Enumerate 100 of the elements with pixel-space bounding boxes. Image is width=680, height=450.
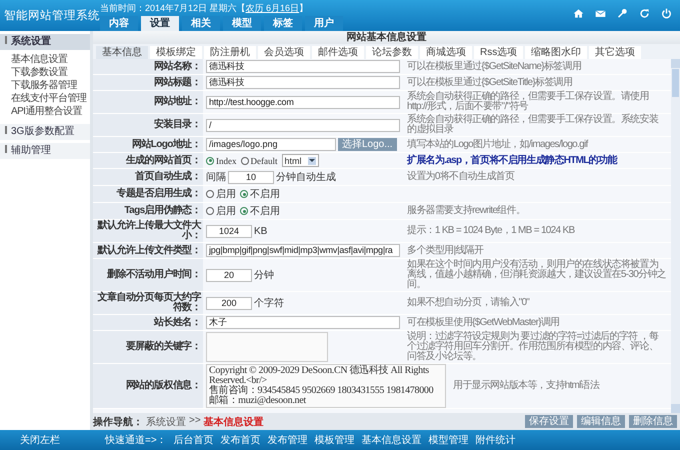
- hint-text: 服务器需要支持rewrite组件。: [407, 206, 526, 216]
- sidebar-item[interactable]: 基本信息设置: [11, 53, 90, 66]
- settings-tab[interactable]: 基本信息: [96, 46, 148, 59]
- breadcrumb-item[interactable]: 系统设置: [146, 414, 186, 428]
- input-field[interactable]: http://test.hoogge.com: [206, 96, 400, 108]
- field-label: 网站名称：: [93, 59, 203, 74]
- dropdown[interactable]: html: [282, 154, 319, 167]
- quick-link[interactable]: 发布首页: [220, 433, 261, 447]
- hint-text: 系统会自动获得正确的路径，但需要手工保存设置。系统安装的虚拟目录: [407, 115, 660, 135]
- unit-text: 分钟: [254, 268, 274, 282]
- settings-tab[interactable]: 模板绑定: [150, 46, 202, 59]
- field-label: 生成的网站首页：: [93, 153, 203, 168]
- quick-link[interactable]: 发布管理: [268, 433, 308, 447]
- hint-text: 说明：过滤字符设定规则为 要过滤的字符=过滤后的字符 ，每个过滤字符用回车分割开。作用范围所有模型的内容、评论、问答及小论坛等。: [407, 332, 660, 362]
- radio-label: Default: [250, 156, 278, 166]
- settings-tab[interactable]: 邮件选项: [312, 46, 364, 59]
- dropdown-value: html: [284, 156, 302, 166]
- main-tab[interactable]: 相关: [182, 16, 220, 31]
- close-sidebar-link[interactable]: 关闭左栏: [0, 433, 95, 447]
- hint-text: 如果在这个时间内用户没有活动，则用户的在线状态将被置为离线，值越小越精确，但消耗资源越大，建议设置在5-30分钟之间。: [407, 260, 667, 290]
- field-label: 专题是否启用生成：: [93, 186, 203, 202]
- radio-button[interactable]: [240, 190, 248, 198]
- radio-label: 不启用: [250, 188, 280, 201]
- input-field[interactable]: 10: [228, 170, 274, 184]
- radio-button[interactable]: [206, 156, 214, 164]
- hint-text: 可以在模板里通过{$GetSiteTitle}标签调用: [407, 78, 572, 88]
- panel-title: 网站基本信息设置: [93, 31, 680, 44]
- sidebar-group-header[interactable]: 3G版参数配置: [0, 124, 90, 140]
- settings-tab[interactable]: Rss选项: [474, 46, 524, 59]
- quick-link[interactable]: 模板管理: [314, 433, 355, 447]
- hint-text: 用于显示网站版本等，支持html语法: [453, 381, 600, 391]
- input-field[interactable]: 德迅科技: [206, 60, 400, 73]
- input-field[interactable]: 200: [206, 296, 252, 310]
- input-field[interactable]: jpg|bmp|gif|png|swf|mid|mp3|wmv|asf|avi|mpg|ra: [206, 244, 400, 257]
- field-label: 网站Logo地址：: [93, 137, 203, 152]
- hint-text: 提示：1 KB = 1024 Byte，1 MB = 1024 KB: [407, 226, 574, 236]
- text-area[interactable]: Copyright © 2009-2029 DeSoon.CN 德迅科技 All Rights Reserved.<br/> 售前咨询：934545845 9502669 1803431555 1981478000 邮箱：muzi@desoon.net: [206, 364, 446, 408]
- settings-tab[interactable]: 论坛参数: [366, 46, 418, 59]
- hint-text: 多个类型用|线隔开: [407, 246, 484, 256]
- main-tab[interactable]: 模型: [223, 16, 261, 31]
- unit-text: 个字符: [254, 296, 284, 310]
- date-bracket: 】: [299, 3, 308, 13]
- breadcrumb-item[interactable]: 基本信息设置: [204, 414, 264, 428]
- input-field[interactable]: /: [206, 118, 400, 132]
- field-label: 文章自动分页每页大约字符数：: [93, 292, 203, 314]
- field-label: 网站的版权信息：: [93, 364, 203, 408]
- breadcrumb-label: 操作导航：: [93, 415, 143, 428]
- power-icon[interactable]: [661, 8, 672, 19]
- hint-text: 系统会自动获得正确的路径，但需要手工保存设置。请使用http://形式，后面不要带"/"符号: [407, 92, 650, 112]
- sidebar-item[interactable]: API通用整合设置: [11, 105, 90, 118]
- settings-tab[interactable]: 缩略图水印: [525, 46, 588, 59]
- radio-button[interactable]: [206, 190, 214, 198]
- input-field[interactable]: /images/logo.png: [206, 138, 336, 151]
- main-tab[interactable]: 用户: [305, 16, 343, 31]
- radio-button[interactable]: [206, 207, 214, 215]
- field-label: 删除不活动用户时间：: [93, 259, 203, 291]
- input-field[interactable]: 德迅科技: [206, 76, 400, 89]
- quick-links-label: 快速通道=>：: [105, 434, 167, 447]
- settings-tab[interactable]: 防注册机: [204, 46, 256, 59]
- field-label: 默认允许上传文件类型：: [93, 243, 203, 258]
- input-field[interactable]: 1024: [206, 224, 252, 238]
- scroll-thumb[interactable]: [672, 69, 679, 97]
- radio-label: 启用: [216, 204, 236, 218]
- field-label: 网站地址：: [93, 91, 203, 113]
- main-tab[interactable]: 设置: [141, 16, 179, 31]
- radio-button[interactable]: [240, 156, 248, 164]
- quick-link[interactable]: 附件统计: [476, 433, 516, 447]
- main-tab[interactable]: 内容: [100, 16, 138, 31]
- settings-tab[interactable]: 会员选项: [258, 46, 310, 59]
- settings-tab[interactable]: 商城选项: [420, 46, 472, 59]
- field-label: Tags启用伪静态：: [93, 203, 203, 219]
- field-label: 要屏蔽的关键字：: [93, 331, 203, 363]
- quick-link[interactable]: 模型管理: [428, 433, 469, 447]
- sidebar-item[interactable]: 在线支付平台管理: [11, 92, 90, 105]
- radio-button[interactable]: [240, 207, 248, 215]
- mail-icon[interactable]: [595, 8, 606, 19]
- radio-label: 不启用: [250, 204, 280, 218]
- quick-link[interactable]: 基本信息设置: [362, 433, 422, 447]
- unit-text: 分钟自动生成: [276, 170, 336, 184]
- radio-label: Index: [216, 156, 236, 166]
- main-tab[interactable]: 标签: [264, 16, 302, 31]
- refresh-icon[interactable]: [639, 8, 650, 19]
- date-text: 当前时间：2014年7月12日 星期六【: [100, 3, 246, 13]
- input-field[interactable]: 20: [206, 268, 252, 282]
- field-label: 站长姓名：: [93, 315, 203, 330]
- sidebar-group-header[interactable]: 辅助管理: [0, 143, 90, 159]
- unit-text: KB: [254, 226, 268, 236]
- hint-text: 扩展名为.asp，首页将不启用生成静态HTML的功能: [407, 156, 617, 166]
- scrollbar[interactable]: [671, 59, 680, 413]
- prefix-text: 间隔: [206, 171, 226, 184]
- home-icon[interactable]: [573, 8, 584, 19]
- hint-text: 如果不想自动分页，请输入"0": [407, 298, 530, 308]
- sidebar-item[interactable]: 下载服务器管理: [11, 79, 90, 92]
- settings-tab[interactable]: 其它选项: [589, 46, 642, 59]
- input-field[interactable]: 木子: [206, 316, 400, 329]
- sidebar-item[interactable]: 下载参数设置: [11, 66, 90, 79]
- hint-text: 设置为0将不自动生成首页: [407, 172, 514, 182]
- radio-label: 启用: [216, 188, 236, 201]
- quick-link[interactable]: 后台首页: [174, 433, 214, 447]
- sidebar-group-header[interactable]: 系统设置: [0, 34, 90, 50]
